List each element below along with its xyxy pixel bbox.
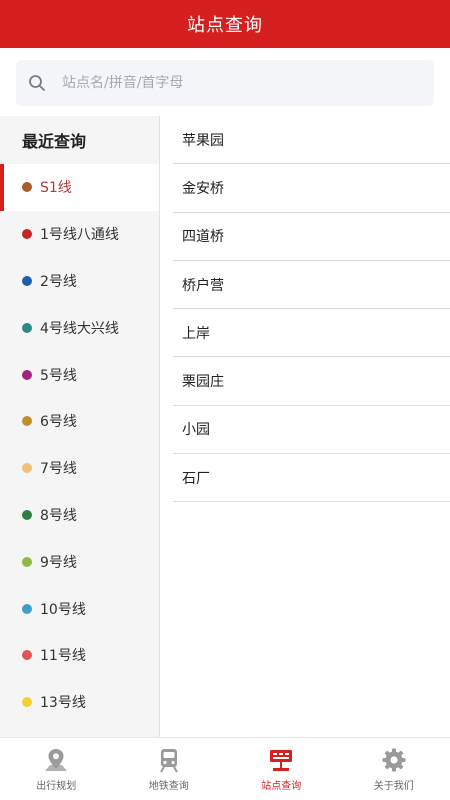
map-pin-icon (45, 748, 68, 771)
line-label: 2号线 (40, 273, 77, 290)
line-list: S1线 1号线八通线 2号线 4号线大兴线 5号线 6号线 7号线 8号线 9号线 10号线 11号… (0, 164, 159, 726)
bottom-tab-bar: 出行规划 地铁查询 站点查询 关于我们 (0, 737, 450, 800)
station-item[interactable]: 桥户营 (173, 261, 450, 310)
line-label: S1线 (40, 180, 72, 197)
line-label: 4号线大兴线 (40, 320, 119, 337)
gear-icon (382, 748, 406, 771)
tab-label: 关于我们 (373, 780, 414, 792)
line-label: 7号线 (40, 461, 77, 478)
recent-queries-heading[interactable]: 最近查询 (0, 116, 159, 164)
line-item[interactable]: 11号线 (0, 632, 159, 679)
line-color-dot (22, 603, 32, 614)
search-input[interactable] (62, 75, 382, 91)
tab-label: 地铁查询 (148, 780, 189, 792)
line-color-dot (22, 229, 32, 240)
line-item[interactable]: 4号线大兴线 (0, 304, 159, 351)
line-item[interactable]: 10号线 (0, 585, 159, 632)
line-item[interactable]: 1号线八通线 (0, 211, 159, 258)
page-title: 站点查询 (187, 15, 263, 36)
station-item[interactable]: 石厂 (173, 454, 450, 503)
line-label: 10号线 (40, 601, 86, 618)
station-sign-icon (270, 749, 293, 771)
line-item[interactable]: S1线 (0, 164, 159, 211)
line-label: 1号线八通线 (40, 227, 119, 244)
line-label: 13号线 (40, 695, 86, 712)
line-sidebar: 最近查询 S1线 1号线八通线 2号线 4号线大兴线 5号线 6号线 7号线 8号线 9号线 10… (0, 116, 160, 737)
station-item[interactable]: 苹果园 (173, 116, 450, 165)
search-icon (29, 75, 45, 91)
station-list: 苹果园 金安桥 四道桥 桥户营 上岸 栗园庄 小园 石厂 (161, 116, 450, 737)
line-item[interactable]: 5号线 (0, 351, 159, 398)
station-item[interactable]: 栗园庄 (173, 357, 450, 406)
line-item[interactable]: 6号线 (0, 398, 159, 445)
line-item[interactable]: 8号线 (0, 492, 159, 539)
app-header: 站点查询 (0, 0, 450, 48)
tab-label: 站点查询 (261, 780, 302, 792)
station-item[interactable]: 上岸 (173, 309, 450, 358)
line-label: 9号线 (40, 554, 77, 571)
line-label: 6号线 (40, 414, 77, 431)
station-item[interactable]: 金安桥 (173, 164, 450, 213)
line-color-dot (22, 650, 32, 661)
line-label: 5号线 (40, 367, 77, 384)
tab-trip-planning[interactable]: 出行规划 (0, 738, 113, 800)
search-area (0, 48, 450, 116)
search-box[interactable] (16, 60, 434, 106)
line-item[interactable]: 13号线 (0, 679, 159, 726)
line-color-dot (22, 322, 32, 333)
station-item[interactable]: 四道桥 (173, 213, 450, 261)
line-color-dot (22, 697, 32, 708)
line-item[interactable]: 7号线 (0, 445, 159, 492)
line-item[interactable]: 2号线 (0, 258, 159, 305)
line-color-dot (22, 463, 32, 474)
line-color-dot (22, 369, 32, 380)
line-color-dot (22, 182, 32, 193)
tab-station-query[interactable]: 站点查询 (225, 738, 338, 800)
train-icon (159, 748, 178, 773)
tab-label: 出行规划 (36, 780, 77, 792)
line-label: 11号线 (40, 648, 86, 665)
line-color-dot (22, 556, 32, 567)
line-color-dot (22, 416, 32, 427)
line-label: 8号线 (40, 507, 77, 524)
line-color-dot (22, 509, 32, 520)
station-item[interactable]: 小园 (173, 406, 450, 455)
tab-about-us[interactable]: 关于我们 (338, 738, 450, 800)
line-color-dot (22, 275, 32, 286)
tab-subway-query[interactable]: 地铁查询 (113, 738, 226, 800)
line-item[interactable]: 9号线 (0, 538, 159, 585)
